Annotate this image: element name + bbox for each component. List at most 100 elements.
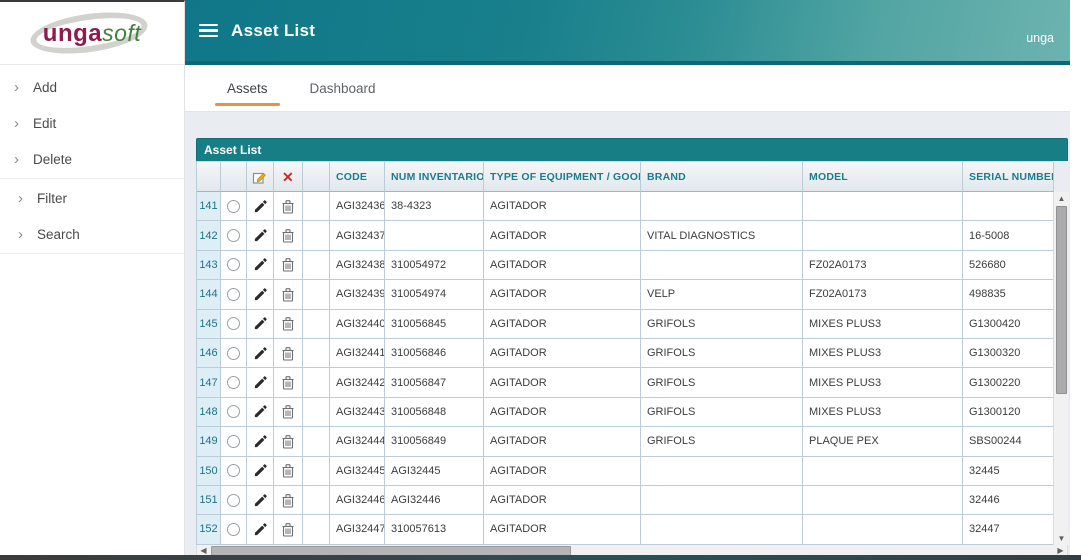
tab-assets[interactable]: Assets xyxy=(213,65,282,111)
cell-type[interactable]: AGITADOR xyxy=(484,457,641,486)
cell-type[interactable]: AGITADOR xyxy=(484,251,641,280)
row-delete-button[interactable] xyxy=(274,486,303,515)
row-delete-button[interactable] xyxy=(274,280,303,309)
row-delete-button[interactable] xyxy=(274,457,303,486)
cell-type[interactable]: AGITADOR xyxy=(484,486,641,515)
cell-serial[interactable]: G1300320 xyxy=(963,339,1054,368)
row-delete-button[interactable] xyxy=(274,192,303,221)
row-delete-button[interactable] xyxy=(274,251,303,280)
cell-model[interactable] xyxy=(803,192,963,221)
row-edit-button[interactable] xyxy=(247,515,274,544)
header-edit-button[interactable] xyxy=(247,162,274,192)
cell-type[interactable]: AGITADOR xyxy=(484,280,641,309)
cell-serial[interactable]: 526680 xyxy=(963,251,1054,280)
cell-type[interactable]: AGITADOR xyxy=(484,515,641,544)
cell-num-inventario[interactable]: 310056849 xyxy=(385,427,484,456)
cell-type[interactable]: AGITADOR xyxy=(484,310,641,339)
row-delete-button[interactable] xyxy=(274,339,303,368)
vertical-scrollbar[interactable]: ▲ ▼ xyxy=(1053,192,1068,545)
cell-serial[interactable]: G1300220 xyxy=(963,368,1054,397)
cell-num-inventario[interactable]: AGI32445 xyxy=(385,457,484,486)
cell-model[interactable]: MIXES PLUS3 xyxy=(803,398,963,427)
row-delete-button[interactable] xyxy=(274,310,303,339)
row-select-radio[interactable] xyxy=(221,427,247,456)
row-edit-button[interactable] xyxy=(247,310,274,339)
cell-code[interactable]: AGI32437 xyxy=(330,221,385,250)
cell-brand[interactable]: GRIFOLS xyxy=(641,398,803,427)
header-delete-button[interactable]: ✕ xyxy=(274,162,303,192)
cell-model[interactable] xyxy=(803,515,963,544)
cell-type[interactable]: AGITADOR xyxy=(484,192,641,221)
cell-num-inventario[interactable] xyxy=(385,221,484,250)
cell-model[interactable] xyxy=(803,486,963,515)
cell-code[interactable]: AGI32442 xyxy=(330,368,385,397)
cell-brand[interactable]: GRIFOLS xyxy=(641,310,803,339)
cell-code[interactable]: AGI32441 xyxy=(330,339,385,368)
cell-num-inventario[interactable]: 38-4323 xyxy=(385,192,484,221)
row-edit-button[interactable] xyxy=(247,427,274,456)
cell-num-inventario[interactable]: 310054974 xyxy=(385,280,484,309)
cell-code[interactable]: AGI32446 xyxy=(330,486,385,515)
cell-code[interactable]: AGI32445 xyxy=(330,457,385,486)
cell-serial[interactable]: 32445 xyxy=(963,457,1054,486)
cell-model[interactable]: FZ02A0173 xyxy=(803,280,963,309)
cell-brand[interactable]: VITAL DIAGNOSTICS xyxy=(641,221,803,250)
row-select-radio[interactable] xyxy=(221,192,247,221)
cell-code[interactable]: AGI32443 xyxy=(330,398,385,427)
cell-serial[interactable]: 32447 xyxy=(963,515,1054,544)
cell-type[interactable]: AGITADOR xyxy=(484,339,641,368)
scroll-up-arrow-icon[interactable]: ▲ xyxy=(1054,192,1069,205)
header-cell-type[interactable]: TYPE OF EQUIPMENT / GOOD xyxy=(484,162,641,192)
cell-code[interactable]: AGI32447 xyxy=(330,515,385,544)
header-cell-brand[interactable]: BRAND xyxy=(641,162,803,192)
row-select-radio[interactable] xyxy=(221,368,247,397)
row-edit-button[interactable] xyxy=(247,486,274,515)
row-delete-button[interactable] xyxy=(274,398,303,427)
row-select-radio[interactable] xyxy=(221,280,247,309)
sidebar-item-filter[interactable]: › Filter xyxy=(0,180,184,216)
cell-model[interactable]: PLAQUE PEX xyxy=(803,427,963,456)
row-select-radio[interactable] xyxy=(221,398,247,427)
cell-brand[interactable] xyxy=(641,515,803,544)
row-edit-button[interactable] xyxy=(247,339,274,368)
sidebar-item-edit[interactable]: › Edit xyxy=(0,105,184,141)
cell-code[interactable]: AGI32440 xyxy=(330,310,385,339)
row-select-radio[interactable] xyxy=(221,339,247,368)
cell-brand[interactable]: VELP xyxy=(641,280,803,309)
cell-num-inventario[interactable]: 310056846 xyxy=(385,339,484,368)
cell-serial[interactable] xyxy=(963,192,1054,221)
cell-type[interactable]: AGITADOR xyxy=(484,398,641,427)
cell-code[interactable]: AGI32436 xyxy=(330,192,385,221)
cell-type[interactable]: AGITADOR xyxy=(484,427,641,456)
cell-serial[interactable]: SBS00244 xyxy=(963,427,1054,456)
cell-brand[interactable] xyxy=(641,251,803,280)
cell-brand[interactable] xyxy=(641,192,803,221)
row-edit-button[interactable] xyxy=(247,251,274,280)
row-select-radio[interactable] xyxy=(221,457,247,486)
row-edit-button[interactable] xyxy=(247,221,274,250)
cell-type[interactable]: AGITADOR xyxy=(484,368,641,397)
sidebar-item-add[interactable]: › Add xyxy=(0,69,184,105)
cell-num-inventario[interactable]: 310057613 xyxy=(385,515,484,544)
sidebar-item-search[interactable]: › Search xyxy=(0,216,184,252)
cell-code[interactable]: AGI32444 xyxy=(330,427,385,456)
cell-brand[interactable] xyxy=(641,486,803,515)
cell-serial[interactable]: 498835 xyxy=(963,280,1054,309)
cell-brand[interactable] xyxy=(641,457,803,486)
row-delete-button[interactable] xyxy=(274,427,303,456)
row-select-radio[interactable] xyxy=(221,221,247,250)
row-select-radio[interactable] xyxy=(221,251,247,280)
cell-serial[interactable]: G1300120 xyxy=(963,398,1054,427)
cell-model[interactable] xyxy=(803,457,963,486)
scroll-down-arrow-icon[interactable]: ▼ xyxy=(1054,532,1069,545)
cell-num-inventario[interactable]: 310054972 xyxy=(385,251,484,280)
vertical-scrollbar-thumb[interactable] xyxy=(1056,206,1067,394)
header-cell-num-inventario[interactable]: NUM INVENTARIO xyxy=(385,162,484,192)
cell-type[interactable]: AGITADOR xyxy=(484,221,641,250)
cell-num-inventario[interactable]: AGI32446 xyxy=(385,486,484,515)
header-cell-model[interactable]: MODEL xyxy=(803,162,963,192)
header-cell-code[interactable]: CODE xyxy=(330,162,385,192)
row-edit-button[interactable] xyxy=(247,368,274,397)
row-select-radio[interactable] xyxy=(221,310,247,339)
sidebar-item-delete[interactable]: › Delete xyxy=(0,141,184,177)
